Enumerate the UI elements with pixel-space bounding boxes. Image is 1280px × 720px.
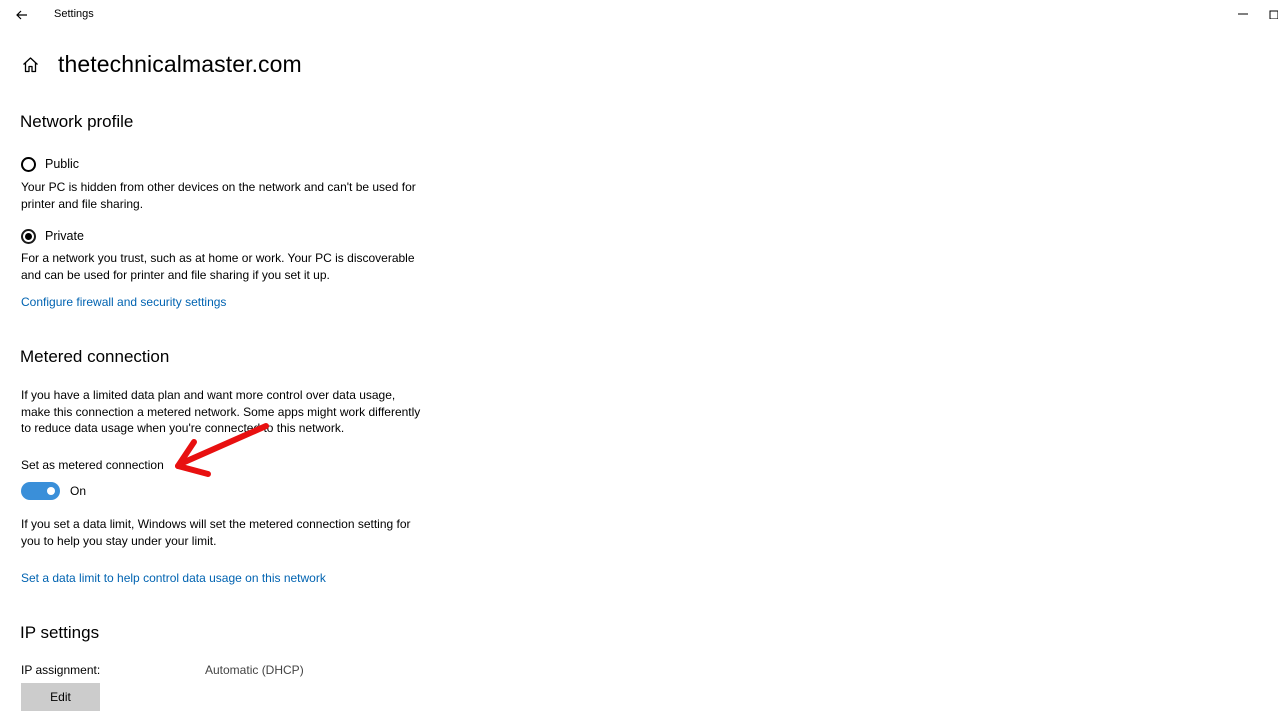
radio-public[interactable]: Public	[21, 154, 79, 174]
radio-private[interactable]: Private	[21, 226, 84, 246]
maximize-icon	[1269, 10, 1278, 19]
private-description: For a network you trust, such as at home…	[21, 251, 415, 282]
ip-assignment-label: IP assignment:	[21, 663, 101, 677]
back-button[interactable]	[10, 4, 34, 26]
toggle-state-text: On	[70, 484, 87, 498]
maximize-button[interactable]	[1268, 4, 1280, 24]
radio-public-circle[interactable]	[21, 156, 36, 172]
metered-description: If you have a limited data plan and want…	[21, 388, 421, 435]
toggle-knob	[47, 487, 55, 495]
ip-assignment-value: Automatic (DHCP)	[205, 663, 304, 677]
home-icon	[22, 56, 38, 72]
radio-public-label: Public	[45, 157, 80, 171]
metered-connection-heading: Metered connection	[20, 347, 170, 366]
metered-toggle-label: Set as metered connection	[21, 458, 164, 472]
ip-settings-heading: IP settings	[20, 623, 100, 642]
minimize-button[interactable]	[1232, 4, 1254, 24]
edit-ip-button[interactable]: Edit	[21, 683, 100, 711]
page-header: thetechnicalmaster.com	[20, 46, 302, 82]
configure-firewall-link[interactable]: Configure firewall and security settings	[21, 295, 226, 309]
home-button[interactable]	[20, 54, 40, 74]
set-data-limit-link[interactable]: Set a data limit to help control data us…	[21, 571, 326, 585]
minimize-icon	[1238, 13, 1248, 15]
radio-private-label: Private	[45, 229, 84, 243]
radio-selected-dot	[25, 232, 32, 240]
title-bar: Settings	[0, 0, 1280, 30]
app-title: Settings	[54, 8, 94, 20]
radio-private-circle[interactable]	[21, 228, 36, 244]
metered-toggle-switch[interactable]	[21, 482, 60, 500]
public-description: Your PC is hidden from other devices on …	[21, 180, 416, 211]
metered-toggle-row: On	[21, 481, 86, 501]
page-title: thetechnicalmaster.com	[58, 50, 302, 77]
network-profile-heading: Network profile	[20, 112, 134, 131]
data-limit-note: If you set a data limit, Windows will se…	[21, 517, 411, 548]
arrow-left-icon	[16, 10, 27, 20]
